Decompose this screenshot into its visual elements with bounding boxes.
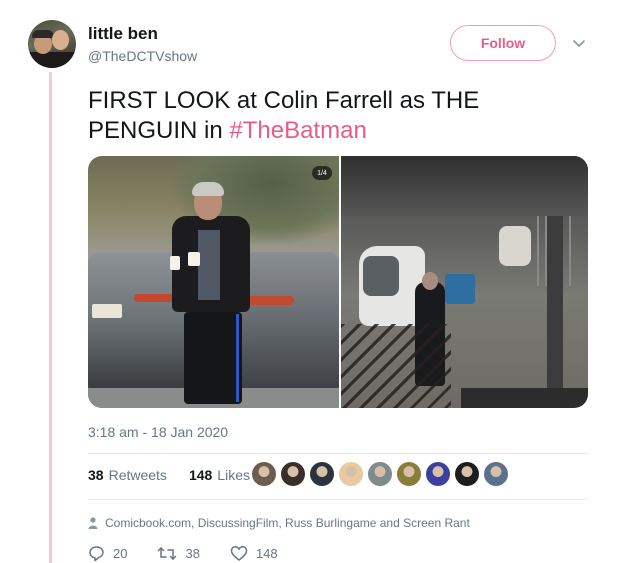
photo-1[interactable]: 1/4	[88, 156, 339, 408]
like-count: 148	[255, 546, 278, 561]
author-handle[interactable]: @TheDCTVshow	[88, 48, 197, 64]
heart-icon	[230, 546, 248, 561]
likes-count: 148	[188, 467, 213, 483]
cards-line: Comicbook.com, DiscussingFilm, Russ Burl…	[88, 516, 470, 530]
follow-button[interactable]: Follow	[450, 25, 556, 61]
reply-icon	[89, 546, 104, 562]
hashtag-link[interactable]: #TheBatman	[229, 117, 366, 144]
tweet-timestamp[interactable]: 3:18 am - 18 Jan 2020	[88, 424, 228, 440]
divider-bottom	[88, 499, 588, 500]
chevron-down-icon[interactable]	[572, 36, 586, 50]
media-counter: 1/4	[312, 166, 332, 180]
like-button[interactable]: 148	[230, 545, 278, 562]
retweet-icon	[158, 547, 177, 560]
author-name[interactable]: little ben	[88, 24, 158, 44]
liker-avatar[interactable]	[368, 462, 392, 486]
liker-avatar[interactable]	[310, 462, 334, 486]
reply-count: 20	[113, 546, 128, 561]
tweet-header: little ben @TheDCTVshow Follow	[28, 20, 598, 72]
divider-top	[88, 453, 588, 454]
tweet-text: FIRST LOOK at Colin Farrell as THE PENGU…	[88, 86, 588, 146]
liker-avatar[interactable]	[397, 462, 421, 486]
liker-avatar[interactable]	[426, 462, 450, 486]
liker-avatar[interactable]	[484, 462, 508, 486]
retweet-button[interactable]: 38	[157, 545, 200, 562]
avatar[interactable]	[28, 20, 76, 68]
liker-avatar[interactable]	[455, 462, 479, 486]
retweets-stat[interactable]: 38 Retweets	[88, 467, 167, 483]
retweets-count: 38	[88, 467, 104, 483]
photo-2[interactable]	[341, 156, 588, 408]
likes-label: Likes	[217, 467, 250, 483]
engagement-stats: 38 Retweets 148 Likes	[88, 467, 272, 483]
retweet-count: 38	[185, 546, 200, 561]
liker-avatar[interactable]	[252, 462, 276, 486]
cards-text[interactable]: Comicbook.com, DiscussingFilm, Russ Burl…	[105, 516, 470, 530]
liker-avatar[interactable]	[339, 462, 363, 486]
person-icon	[88, 517, 98, 529]
liker-avatar[interactable]	[281, 462, 305, 486]
thread-line	[49, 72, 52, 563]
liker-avatars	[252, 462, 513, 486]
likes-stat[interactable]: 148 Likes	[189, 467, 250, 483]
tweet-actions: 20 38 148	[88, 545, 308, 562]
reply-button[interactable]: 20	[88, 545, 127, 562]
media-grid: 1/4	[88, 156, 588, 408]
retweets-label: Retweets	[108, 467, 167, 483]
